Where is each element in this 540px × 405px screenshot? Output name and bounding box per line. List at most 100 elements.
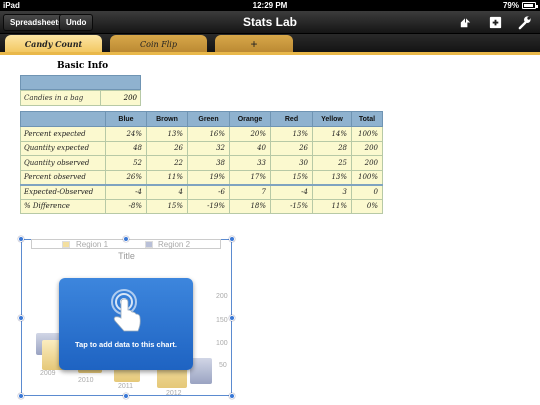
tab-underline xyxy=(0,52,540,55)
status-bar: iPad 12:29 PM 79% xyxy=(0,0,540,11)
table-cell[interactable]: 25 xyxy=(312,155,352,171)
header-cell[interactable]: Total xyxy=(351,111,383,127)
table-cell[interactable]: 4 xyxy=(146,183,188,200)
battery-percent: 79% xyxy=(502,1,519,10)
basic-info-row[interactable]: Candies in a bag 200 xyxy=(20,90,141,106)
resize-handle[interactable] xyxy=(123,236,129,242)
stats-table: Blue Brown Green Orange Red Yellow Total… xyxy=(20,111,383,214)
x-tick: 2009 xyxy=(40,370,56,377)
add-data-message: Tap to add data to this chart. xyxy=(75,340,177,349)
legend-swatch-region2 xyxy=(145,241,153,248)
table-cell[interactable]: 11% xyxy=(146,169,188,185)
table-cell[interactable]: 19% xyxy=(187,169,230,185)
table-cell[interactable]: 52 xyxy=(105,155,147,171)
legend-label-region1: Region 1 xyxy=(76,240,109,249)
row-label-cell[interactable]: Quantity expected xyxy=(20,140,106,156)
y-tick: 50 xyxy=(219,362,227,369)
table-cell[interactable]: 14% xyxy=(312,126,352,142)
row-label-cell[interactable]: Quantity observed xyxy=(20,155,106,171)
candies-value[interactable]: 200 xyxy=(100,91,140,105)
table-header-row: Blue Brown Green Orange Red Yellow Total xyxy=(20,111,383,127)
header-cell[interactable] xyxy=(20,111,106,127)
chart-bar-region2 xyxy=(190,358,212,384)
legend-swatch-region1 xyxy=(62,241,70,248)
table-cell[interactable]: 0% xyxy=(351,198,383,214)
table-cell[interactable]: -8% xyxy=(105,198,147,214)
table-cell[interactable]: 13% xyxy=(146,126,188,142)
add-icon[interactable] xyxy=(488,15,503,30)
header-cell[interactable]: Red xyxy=(270,111,313,127)
x-tick: 2012 xyxy=(166,390,182,397)
y-tick: 150 xyxy=(216,317,228,324)
table-cell[interactable]: -6 xyxy=(187,183,230,200)
table-cell[interactable]: 22 xyxy=(146,155,188,171)
table-cell[interactable]: 3 xyxy=(312,183,352,200)
chart-title[interactable]: Title xyxy=(21,251,232,261)
candies-label[interactable]: Candies in a bag xyxy=(21,91,100,105)
y-tick: 200 xyxy=(216,293,228,300)
row-label-cell[interactable]: Expected-Observed xyxy=(20,183,106,200)
table-cell[interactable]: 13% xyxy=(270,126,313,142)
row-label-cell[interactable]: % Difference xyxy=(20,198,106,214)
table-cell[interactable]: 17% xyxy=(229,169,271,185)
table-cell[interactable]: -4 xyxy=(105,183,147,200)
table-cell[interactable]: 32 xyxy=(187,140,230,156)
table-cell[interactable]: 200 xyxy=(351,140,383,156)
table-cell[interactable]: -4 xyxy=(270,183,313,200)
table-cell[interactable]: 100% xyxy=(351,126,383,142)
table-cell[interactable]: 16% xyxy=(187,126,230,142)
table-cell[interactable]: 26% xyxy=(105,169,147,185)
table-cell[interactable]: 24% xyxy=(105,126,147,142)
row-label-cell[interactable]: Percent expected xyxy=(20,126,106,142)
toolbar: Spreadsheets Undo Stats Lab xyxy=(0,11,540,34)
table-cell[interactable]: 11% xyxy=(312,198,352,214)
table-cell[interactable]: 40 xyxy=(229,140,271,156)
settings-wrench-icon[interactable] xyxy=(517,15,532,30)
table-cell[interactable]: 26 xyxy=(146,140,188,156)
header-cell[interactable]: Blue xyxy=(105,111,147,127)
legend-label-region2: Region 2 xyxy=(158,240,191,249)
header-cell[interactable]: Yellow xyxy=(312,111,352,127)
table-cell[interactable]: 28 xyxy=(312,140,352,156)
resize-handle[interactable] xyxy=(229,393,235,399)
table-cell[interactable]: -19% xyxy=(187,198,230,214)
resize-handle[interactable] xyxy=(18,236,24,242)
table-cell[interactable]: 13% xyxy=(312,169,352,185)
table-row: Percent observed 26% 11% 19% 17% 15% 13% 100% xyxy=(20,169,383,185)
table-cell[interactable]: 26 xyxy=(270,140,313,156)
share-icon[interactable] xyxy=(458,15,473,30)
x-tick: 2010 xyxy=(78,377,94,384)
resize-handle[interactable] xyxy=(229,236,235,242)
add-data-prompt[interactable]: Tap to add data to this chart. xyxy=(59,278,193,370)
table-cell[interactable]: 18% xyxy=(229,198,271,214)
header-cell[interactable]: Brown xyxy=(146,111,188,127)
table-cell[interactable]: 38 xyxy=(187,155,230,171)
table-cell[interactable]: 33 xyxy=(229,155,271,171)
row-label-cell[interactable]: Percent observed xyxy=(20,169,106,185)
resize-handle[interactable] xyxy=(229,315,235,321)
table-cell[interactable]: 7 xyxy=(229,183,271,200)
table-row: Quantity observed 52 22 38 33 30 25 200 xyxy=(20,155,383,171)
table-cell[interactable]: 20% xyxy=(229,126,271,142)
resize-handle[interactable] xyxy=(123,393,129,399)
table-cell[interactable]: 15% xyxy=(270,169,313,185)
header-cell[interactable]: Orange xyxy=(229,111,271,127)
table-cell[interactable]: 30 xyxy=(270,155,313,171)
battery-icon xyxy=(522,2,538,9)
table-cell[interactable]: 0 xyxy=(351,183,383,200)
y-tick: 100 xyxy=(216,340,228,347)
table-row: Quantity expected 48 26 32 40 26 28 200 xyxy=(20,140,383,156)
table-row: % Difference -8% 15% -19% 18% -15% 11% 0% xyxy=(20,198,383,214)
table-cell[interactable]: 48 xyxy=(105,140,147,156)
basic-info-title: Basic Info xyxy=(57,61,109,71)
x-tick: 2011 xyxy=(118,383,134,390)
resize-handle[interactable] xyxy=(18,393,24,399)
resize-handle[interactable] xyxy=(18,315,24,321)
header-cell[interactable]: Green xyxy=(187,111,230,127)
table-cell[interactable]: -15% xyxy=(270,198,313,214)
status-time: 12:29 PM xyxy=(252,1,288,10)
table-row: Expected-Observed -4 4 -6 7 -4 3 0 xyxy=(20,183,383,200)
table-cell[interactable]: 100% xyxy=(351,169,383,185)
table-cell[interactable]: 15% xyxy=(146,198,188,214)
table-cell[interactable]: 200 xyxy=(351,155,383,171)
